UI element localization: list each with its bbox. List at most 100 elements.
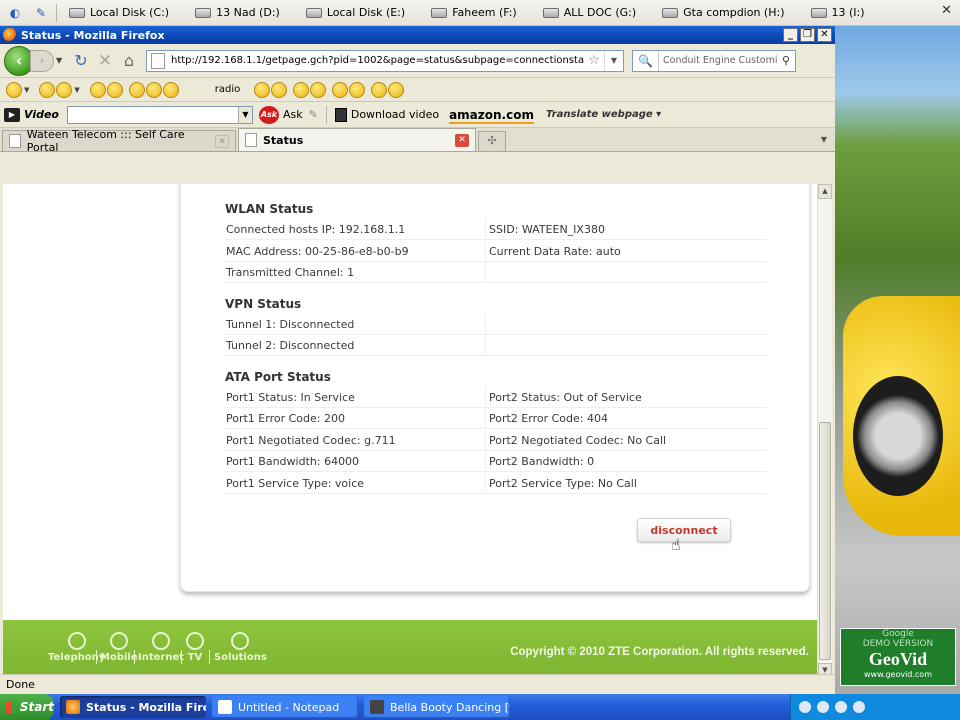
table-cell: MAC Address: 00-25-86-e8-b0-b9 [226,245,409,258]
forward-button[interactable]: › [30,49,54,72]
amazon-button[interactable]: amazon.com [449,107,534,124]
maximize-button[interactable]: ❐ [800,28,815,42]
toolbar-button[interactable] [332,81,366,98]
table-cell: Port2 Service Type: No Call [489,477,637,490]
translate-button[interactable]: Translate webpage ▾ [546,109,661,120]
scroll-up-icon[interactable]: ▲ [818,184,832,199]
smiley-icon [310,81,327,98]
mobile-icon [109,632,128,650]
table-row: Transmitted Channel: 1 [223,262,767,283]
ask-icon: Ask [258,105,279,124]
toolbar-button[interactable] [371,81,405,98]
tab-status[interactable]: Status ✕ [238,128,476,151]
new-tab-button[interactable]: ✣ [478,131,506,151]
drive-shortcut[interactable]: Gta compdion (H:) [656,3,790,23]
conduit-toolbar: ▶ Video ▼ Ask Ask ✎ Download video amazon.… [0,102,835,128]
app-icon[interactable]: ◐ [4,4,26,22]
taskbar-item-video[interactable]: Bella Booty Dancing [ww... [364,696,510,718]
smiley-icon [56,81,73,98]
minimize-button[interactable]: _ [783,28,798,42]
table-cell: Port2 Bandwidth: 0 [489,455,595,468]
toolbar-button[interactable]: ▼ [6,81,33,98]
status-text: Done [6,678,35,691]
download-video-button[interactable]: Download video [334,107,439,122]
scrollbar-thumb[interactable] [819,422,831,660]
video-search-input[interactable]: ▼ [66,105,253,124]
smiley-icon [6,81,22,98]
smiley-icon [89,81,106,98]
page-content: WLAN Status Connected hosts IP: 192.168.… [3,184,817,678]
table-cell: Tunnel 2: Disconnected [226,339,355,352]
table-row: Port1 Bandwidth: 64000 Port2 Bandwidth: 0 [223,451,767,472]
stop-icon[interactable]: ✕ [94,50,116,72]
system-tray [790,694,960,720]
taskbar-item-notepad[interactable]: Untitled - Notepad [212,696,358,718]
tray-icon[interactable] [817,701,829,713]
footer-tv[interactable]: TV [186,632,204,663]
divider [209,650,210,664]
video-button[interactable]: ▶ Video [4,107,59,122]
status-bar: Done [0,674,835,694]
ask-button[interactable]: Ask Ask [258,105,303,124]
search-icon[interactable]: ⚲ [777,54,795,67]
bookmark-star-icon[interactable]: ☆ [584,53,604,68]
home-icon[interactable]: ⌂ [118,50,140,72]
table-cell: Port2 Status: Out of Service [489,391,642,404]
app-icon[interactable]: ✎ [30,4,52,22]
vertical-scrollbar[interactable]: ▲ ▼ [817,184,832,678]
table-row: Tunnel 1: Disconnected [223,314,767,335]
toolbar-button[interactable] [254,81,288,98]
pen-icon[interactable]: ✎ [309,108,318,121]
search-bar[interactable]: 🔍 Conduit Engine Customiz ⚲ [632,49,796,72]
smiley-icon [39,81,56,98]
drive-shortcut[interactable]: Local Disk (C:) [63,3,175,23]
search-input[interactable]: Conduit Engine Customiz [659,55,777,66]
reload-icon[interactable]: ↻ [70,50,92,72]
url-input[interactable]: http://192.168.1.1/getpage.gch?pid=1002&… [171,55,584,66]
drive-icon [542,7,559,18]
table-cell: Port2 Error Code: 404 [489,412,608,425]
tab-list-icon[interactable]: ▼ [817,131,831,149]
drive-icon [810,7,827,18]
close-button[interactable]: ✕ [817,28,832,42]
notepad-icon [218,700,232,714]
taskbar-item-firefox[interactable]: Status - Mozilla Firefox [60,696,206,718]
drive-shortcut[interactable]: 13 (I:) [805,3,871,23]
drive-shortcut[interactable]: ALL DOC (G:) [537,3,642,23]
address-bar[interactable]: http://192.168.1.1/getpage.gch?pid=1002&… [146,49,624,72]
footer-internet[interactable]: Internet [138,632,184,663]
tab-wateen-portal[interactable]: Wateen Telecom ::: Self Care Portal ✕ [2,128,236,154]
drive-shortcut[interactable]: 13 Nad (D:) [189,3,286,23]
start-button[interactable]: Start [0,694,54,720]
video-icon: ▶ [4,107,20,122]
url-dropdown-icon[interactable]: ▼ [603,50,623,71]
tray-icon[interactable] [835,701,847,713]
tray-icon[interactable] [799,701,811,713]
drive-shortcut[interactable]: Faheem (F:) [425,3,523,23]
close-icon[interactable]: ✕ [215,134,229,148]
search-engine-icon[interactable]: 🔍 [633,50,659,71]
page-icon [245,133,257,147]
firefox-icon [3,28,17,42]
tray-icon[interactable] [853,701,865,713]
chevron-down-icon[interactable]: ▼ [237,106,252,123]
toolbar-icons: ▼ ▼ radio [0,78,835,102]
table-cell: Port1 Service Type: voice [226,477,365,490]
footer-solutions[interactable]: Solutions [214,632,267,663]
toolbar-button[interactable] [293,81,327,98]
navigation-toolbar: ‹ › ▼ ↻ ✕ ⌂ http://192.168.1.1/getpage.g… [0,44,835,78]
radio-label[interactable]: radio [215,84,240,95]
toolbar-button[interactable] [89,81,123,98]
hand-cursor-icon: ☝ [671,535,681,554]
window-title: Status - Mozilla Firefox [21,28,165,42]
drive-shortcut[interactable]: Local Disk (E:) [300,3,411,23]
history-dropdown-icon[interactable]: ▼ [56,56,68,65]
video-icon [370,700,384,714]
disconnect-button[interactable]: disconnect [637,518,731,542]
toolbar-button[interactable]: ▼ [39,81,83,98]
close-icon[interactable]: ✕ [941,3,952,18]
close-icon[interactable]: ✕ [455,133,469,147]
footer-mobile[interactable]: Mobile [100,632,138,663]
toolbar-button[interactable] [128,81,179,98]
drive-icon [69,7,85,18]
